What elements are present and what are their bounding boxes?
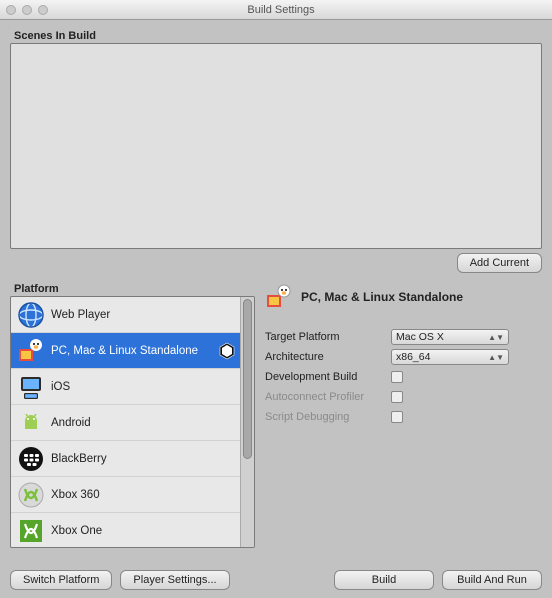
platform-label: Platform bbox=[10, 281, 255, 296]
select-value: x86_64 bbox=[396, 351, 430, 363]
build-and-run-button[interactable]: Build And Run bbox=[442, 570, 542, 590]
architecture-label: Architecture bbox=[265, 351, 391, 363]
xboxone-icon bbox=[17, 517, 45, 545]
script-debugging-label: Script Debugging bbox=[265, 411, 391, 423]
scenes-in-build-list[interactable] bbox=[10, 43, 542, 249]
autoconnect-profiler-label: Autoconnect Profiler bbox=[265, 391, 391, 403]
blackberry-icon bbox=[17, 445, 45, 473]
architecture-select[interactable]: x86_64 ▲▼ bbox=[391, 349, 509, 365]
standalone-icon bbox=[17, 337, 45, 365]
detail-title: PC, Mac & Linux Standalone bbox=[301, 290, 463, 304]
select-value: Mac OS X bbox=[396, 331, 444, 343]
platform-scrollbar[interactable] bbox=[240, 297, 254, 547]
platform-item-xbox360[interactable]: Xbox 360 bbox=[11, 477, 254, 513]
target-platform-select[interactable]: Mac OS X ▲▼ bbox=[391, 329, 509, 345]
target-platform-label: Target Platform bbox=[265, 331, 391, 343]
platform-item-standalone[interactable]: PC, Mac & Linux Standalone bbox=[11, 333, 254, 369]
close-icon[interactable] bbox=[6, 5, 16, 15]
add-current-button[interactable]: Add Current bbox=[457, 253, 542, 273]
autoconnect-profiler-checkbox bbox=[391, 391, 403, 403]
standalone-icon bbox=[265, 283, 293, 311]
platform-item-label: Xbox 360 bbox=[51, 489, 100, 501]
chevron-updown-icon: ▲▼ bbox=[488, 353, 504, 362]
chevron-updown-icon: ▲▼ bbox=[488, 333, 504, 342]
scrollbar-thumb[interactable] bbox=[243, 299, 252, 459]
platform-item-label: Xbox One bbox=[51, 525, 102, 537]
script-debugging-checkbox bbox=[391, 411, 403, 423]
platform-item-label: iOS bbox=[51, 381, 70, 393]
scenes-in-build-label: Scenes In Build bbox=[10, 28, 542, 43]
switch-platform-button[interactable]: Switch Platform bbox=[10, 570, 112, 590]
player-settings-button[interactable]: Player Settings... bbox=[120, 570, 229, 590]
platform-item-label: PC, Mac & Linux Standalone bbox=[51, 345, 198, 357]
ios-icon bbox=[17, 373, 45, 401]
platform-item-blackberry[interactable]: BlackBerry bbox=[11, 441, 254, 477]
globe-icon bbox=[17, 301, 45, 329]
build-button[interactable]: Build bbox=[334, 570, 434, 590]
unity-icon bbox=[218, 342, 236, 360]
platform-list[interactable]: Web Player PC, Mac & Linux Standalone bbox=[10, 296, 255, 548]
platform-item-ios[interactable]: iOS bbox=[11, 369, 254, 405]
platform-item-label: BlackBerry bbox=[51, 453, 107, 465]
platform-detail-panel: PC, Mac & Linux Standalone Target Platfo… bbox=[265, 281, 542, 548]
zoom-icon[interactable] bbox=[38, 5, 48, 15]
window-titlebar: Build Settings bbox=[0, 0, 552, 20]
development-build-checkbox[interactable] bbox=[391, 371, 403, 383]
platform-item-web-player[interactable]: Web Player bbox=[11, 297, 254, 333]
window-title: Build Settings bbox=[56, 4, 546, 16]
android-icon bbox=[17, 409, 45, 437]
xbox360-icon bbox=[17, 481, 45, 509]
platform-item-label: Android bbox=[51, 417, 91, 429]
platform-item-android[interactable]: Android bbox=[11, 405, 254, 441]
platform-item-xboxone[interactable]: Xbox One bbox=[11, 513, 254, 548]
platform-item-label: Web Player bbox=[51, 309, 110, 321]
minimize-icon[interactable] bbox=[22, 5, 32, 15]
development-build-label: Development Build bbox=[265, 371, 391, 383]
